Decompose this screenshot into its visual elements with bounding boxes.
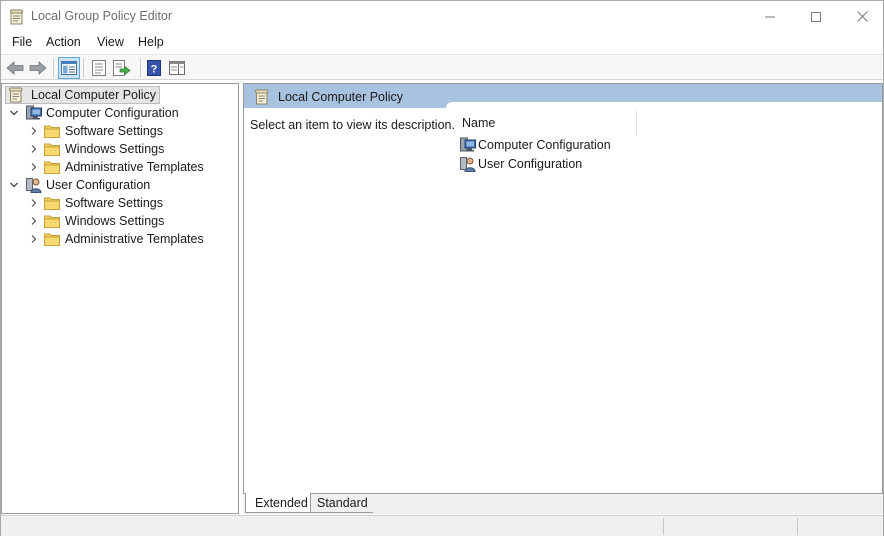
chevron-right-icon[interactable] xyxy=(28,197,40,209)
folder-icon xyxy=(44,141,60,157)
folder-icon xyxy=(44,159,60,175)
chevron-right-icon[interactable] xyxy=(28,143,40,155)
chevron-down-icon[interactable] xyxy=(8,107,20,119)
status-bar xyxy=(1,515,883,536)
show-hide-console-tree-button[interactable] xyxy=(58,57,80,79)
tree-item-label: Local Computer Policy xyxy=(31,88,157,102)
list-item-label: User Configuration xyxy=(478,157,583,171)
view-tabs: Extended Standard xyxy=(243,493,883,514)
status-divider xyxy=(663,518,664,535)
export-list-icon xyxy=(113,60,131,76)
tree-item-windows-settings[interactable]: Windows Settings xyxy=(28,140,164,158)
folder-icon xyxy=(44,231,60,247)
tree-item-label: Administrative Templates xyxy=(65,160,204,174)
help-icon: ? xyxy=(147,60,161,76)
tree-item-label: Software Settings xyxy=(65,196,163,210)
forward-button[interactable] xyxy=(27,57,49,79)
tab-standard[interactable]: Standard xyxy=(311,493,373,513)
computer-icon xyxy=(26,105,42,121)
console-tree[interactable]: Local Computer Policy Computer Configura… xyxy=(1,83,239,514)
details-header: Local Computer Policy xyxy=(244,84,882,108)
menu-bar: File Action View Help xyxy=(1,32,883,54)
folder-icon xyxy=(44,195,60,211)
list-item-label: Computer Configuration xyxy=(478,138,611,152)
column-divider[interactable] xyxy=(636,110,637,136)
tree-item-windows-settings[interactable]: Windows Settings xyxy=(28,212,164,230)
window-title: Local Group Policy Editor xyxy=(31,9,173,23)
item-description: Select an item to view its description. xyxy=(250,118,455,132)
tab-label: Standard xyxy=(317,495,368,510)
menu-file[interactable]: File xyxy=(12,35,32,49)
tree-item-label: User Configuration xyxy=(46,178,151,192)
policy-document-icon xyxy=(8,87,24,103)
chevron-down-icon[interactable] xyxy=(8,179,20,191)
tree-item-software-settings[interactable]: Software Settings xyxy=(28,194,163,212)
svg-text:?: ? xyxy=(151,64,158,76)
close-icon xyxy=(856,11,868,22)
chevron-right-icon[interactable] xyxy=(28,233,40,245)
user-icon xyxy=(26,177,42,193)
help-button[interactable]: ? xyxy=(143,57,165,79)
folder-icon xyxy=(44,213,60,229)
maximize-button[interactable] xyxy=(793,1,839,32)
user-icon xyxy=(460,156,476,172)
menu-help[interactable]: Help xyxy=(138,35,164,49)
tree-item-computer-configuration[interactable]: Computer Configuration xyxy=(8,104,179,122)
tree-item-administrative-templates[interactable]: Administrative Templates xyxy=(28,230,204,248)
maximize-icon xyxy=(811,11,821,22)
properties-button[interactable] xyxy=(88,57,110,79)
tree-item-label: Computer Configuration xyxy=(46,106,179,120)
menu-view[interactable]: View xyxy=(97,35,124,49)
chevron-right-icon[interactable] xyxy=(28,125,40,137)
tree-item-label: Software Settings xyxy=(65,124,163,138)
details-pane[interactable]: Local Computer Policy Select an item to … xyxy=(243,83,883,514)
properties-icon xyxy=(92,60,106,76)
tree-item-software-settings[interactable]: Software Settings xyxy=(28,122,163,140)
policy-editor-icon xyxy=(10,9,24,25)
folder-icon xyxy=(44,123,60,139)
tree-item-label: Windows Settings xyxy=(65,214,165,228)
chevron-right-icon[interactable] xyxy=(28,161,40,173)
column-header-name[interactable]: Name xyxy=(462,116,495,130)
tree-item-user-configuration[interactable]: User Configuration xyxy=(8,176,150,194)
header-notch xyxy=(446,102,882,108)
toolbar-separator xyxy=(53,59,54,77)
minimize-icon xyxy=(765,16,775,17)
toolbar-separator xyxy=(140,59,141,77)
details-header-title: Local Computer Policy xyxy=(278,90,404,104)
title-bar[interactable]: Local Group Policy Editor xyxy=(1,1,883,32)
status-divider xyxy=(797,518,798,535)
computer-icon xyxy=(460,137,476,153)
show-hide-action-pane-icon xyxy=(169,61,185,75)
main-window: Local Group Policy Editor File Action Vi… xyxy=(0,0,884,536)
toolbar-separator xyxy=(83,59,84,77)
back-button[interactable] xyxy=(4,57,26,79)
show-hide-action-pane-button[interactable] xyxy=(166,57,188,79)
list-item-user-configuration[interactable]: User Configuration xyxy=(460,155,582,173)
forward-arrow-icon xyxy=(29,61,47,75)
tree-item-administrative-templates[interactable]: Administrative Templates xyxy=(28,158,204,176)
tree-item-label: Windows Settings xyxy=(65,142,165,156)
tree-item-local-computer-policy[interactable]: Local Computer Policy xyxy=(5,86,161,104)
close-button[interactable] xyxy=(839,1,884,32)
tab-label: Extended xyxy=(255,495,308,510)
back-arrow-icon xyxy=(6,61,24,75)
list-item-computer-configuration[interactable]: Computer Configuration xyxy=(460,136,611,154)
policy-document-icon xyxy=(254,89,270,105)
toolbar: ? xyxy=(1,54,883,80)
show-hide-console-tree-icon xyxy=(61,61,77,75)
menu-action[interactable]: Action xyxy=(46,35,81,49)
chevron-right-icon[interactable] xyxy=(28,215,40,227)
export-list-button[interactable] xyxy=(111,57,133,79)
tree-item-label: Administrative Templates xyxy=(65,232,204,246)
tab-extended[interactable]: Extended xyxy=(245,493,311,513)
minimize-button[interactable] xyxy=(747,1,793,32)
